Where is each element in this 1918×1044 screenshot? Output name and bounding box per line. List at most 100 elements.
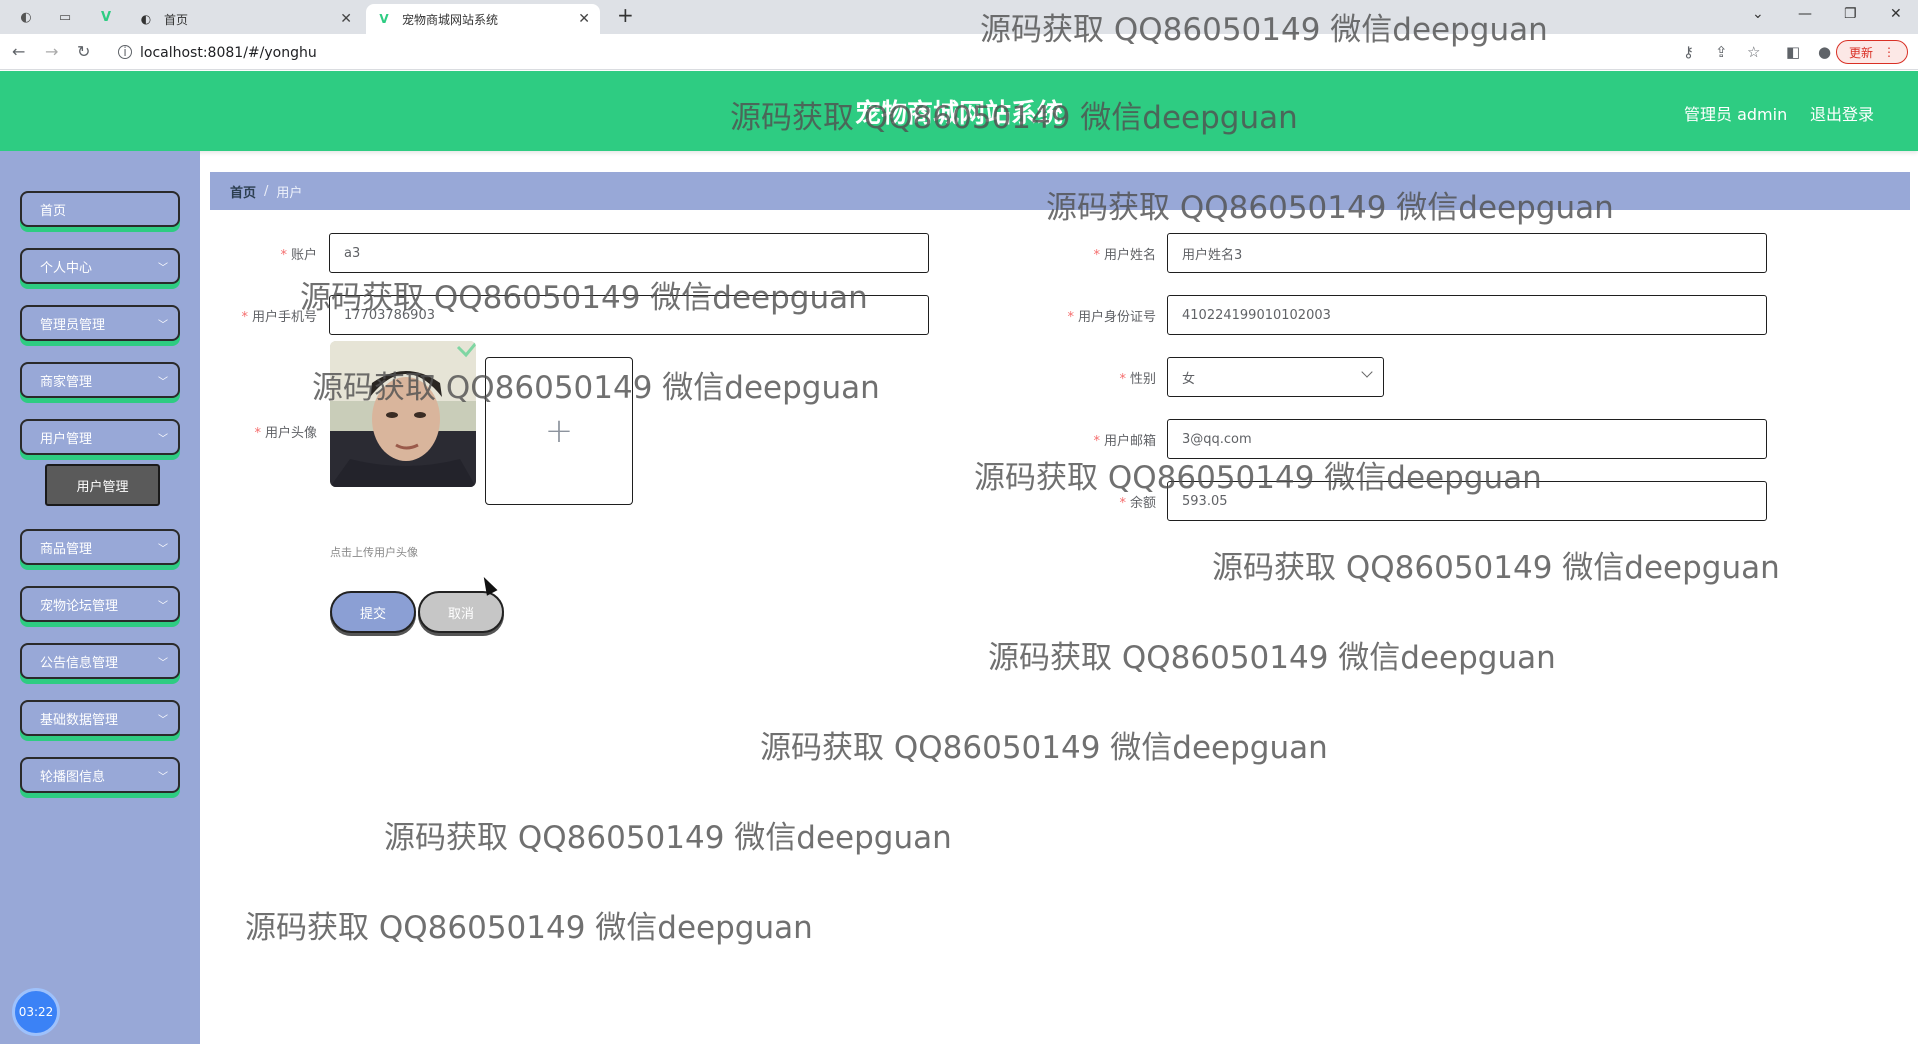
submenu-item-user-management[interactable]: 用户管理: [45, 464, 160, 506]
email-input[interactable]: 3@qq.com: [1167, 419, 1767, 459]
avatar-upload-button[interactable]: +: [485, 357, 633, 505]
watermark: 源码获取 QQ86050149 微信deepguan: [384, 820, 952, 856]
balance-label-text: 余额: [1129, 496, 1156, 511]
breadcrumb-separator: /: [264, 183, 269, 199]
star-icon[interactable]: ☆: [1747, 43, 1760, 61]
key-icon[interactable]: ⚷: [1683, 43, 1694, 61]
balance-label: * 余额: [1020, 492, 1156, 511]
breadcrumb-home[interactable]: 首页: [230, 182, 256, 201]
submenu-item-label: 用户管理: [76, 479, 129, 495]
chevron-down-icon: ﹀: [158, 262, 168, 274]
sidebar-item-label: 商品管理: [40, 541, 93, 557]
sidebar-item-label: 公告信息管理: [40, 655, 119, 671]
update-button[interactable]: 更新 ⋮: [1835, 40, 1908, 64]
sidebar-item-label: 商家管理: [40, 374, 93, 390]
name-label: * 用户姓名: [1020, 244, 1156, 263]
forward-icon[interactable]: →: [45, 42, 58, 61]
sidebar-item-base-data-management[interactable]: 基础数据管理 ﹀: [20, 700, 180, 736]
reload-icon[interactable]: ↻: [77, 42, 90, 61]
app-title: 宠物商城网站系统: [854, 99, 1063, 129]
sidebar-item-carousel-info[interactable]: 轮播图信息 ﹀: [20, 757, 180, 793]
sidebar-item-label: 个人中心: [40, 260, 93, 276]
sidebar-item-label: 基础数据管理: [40, 712, 119, 728]
pinned-tab-icon[interactable]: ◐: [17, 8, 35, 26]
url-field[interactable]: i localhost:8081/#/yonghu: [110, 40, 1670, 66]
close-icon[interactable]: ✕: [340, 11, 352, 27]
chevron-down-icon: ﹀: [158, 657, 168, 669]
restore-icon[interactable]: ❐: [1844, 6, 1857, 22]
name-input[interactable]: 用户姓名3: [1167, 233, 1767, 273]
new-tab-icon[interactable]: +: [617, 3, 634, 27]
sidebar-item-personal-center[interactable]: 个人中心 ﹀: [20, 248, 180, 284]
info-icon[interactable]: i: [118, 45, 132, 59]
required-mark: *: [1119, 496, 1126, 511]
sidebar-item-admin-management[interactable]: 管理员管理 ﹀: [20, 305, 180, 341]
browser-tab-bar: ◐ ▭ V ◐ 首页 ✕ V 宠物商城网站系统 ✕ + ⌄ — ❐ ✕: [0, 0, 1918, 34]
tab-search-chevron-icon[interactable]: ⌄: [1752, 6, 1764, 22]
admin-label: 管理员 admin: [1684, 105, 1788, 124]
pinned-tab-logo-icon[interactable]: V: [97, 8, 115, 26]
logout-link[interactable]: 退出登录: [1810, 101, 1874, 125]
sidebar-item-label: 管理员管理: [40, 317, 106, 333]
phone-input[interactable]: 17703786903: [329, 295, 929, 335]
window-close-icon[interactable]: ✕: [1890, 6, 1902, 22]
chevron-down-icon: ﹀: [158, 319, 168, 331]
sidebar-item-notice-management[interactable]: 公告信息管理 ﹀: [20, 643, 180, 679]
email-value: 3@qq.com: [1182, 431, 1252, 447]
avatar-label-text: 用户头像: [264, 426, 317, 441]
balance-input[interactable]: 593.05: [1167, 481, 1767, 521]
sidepanel-icon[interactable]: ◧: [1786, 43, 1800, 61]
gender-label: * 性别: [1020, 368, 1156, 387]
profile-icon[interactable]: ●: [1818, 43, 1831, 61]
name-value: 用户姓名3: [1182, 247, 1243, 263]
watermark: 源码获取 QQ86050149 微信deepguan: [245, 910, 813, 946]
url-text: localhost:8081/#/yonghu: [140, 45, 317, 61]
chevron-down-icon: ﹀: [158, 376, 168, 388]
sidebar-item-home[interactable]: 首页: [20, 191, 180, 227]
gender-select[interactable]: 女: [1167, 357, 1384, 397]
phone-label-text: 用户手机号: [251, 310, 317, 325]
pinned-tab-icon[interactable]: ▭: [56, 8, 74, 26]
plus-icon: +: [544, 411, 574, 451]
id-card-input[interactable]: 410224199010102003: [1167, 295, 1767, 335]
chevron-up-icon: ﹀: [158, 433, 168, 445]
minimize-icon[interactable]: —: [1798, 6, 1812, 22]
email-label-text: 用户邮箱: [1103, 434, 1156, 449]
chevron-down-icon: ﹀: [158, 543, 168, 555]
sidebar-item-user-management[interactable]: 用户管理 ﹀: [20, 419, 180, 455]
clock-widget[interactable]: 03:22: [12, 988, 60, 1036]
update-label: 更新: [1848, 45, 1873, 60]
share-icon[interactable]: ⇪: [1715, 43, 1728, 61]
sidebar: 首页 个人中心 ﹀ 管理员管理 ﹀ 商家管理 ﹀ 用户管理 ﹀ 用户管理 商品管…: [0, 151, 200, 1044]
watermark: 源码获取 QQ86050149 微信deepguan: [988, 640, 1556, 676]
submit-button[interactable]: 提交: [330, 591, 416, 633]
required-mark: *: [241, 310, 248, 325]
sidebar-item-merchant-management[interactable]: 商家管理 ﹀: [20, 362, 180, 398]
required-mark: *: [1119, 372, 1126, 387]
tab-pet-shop[interactable]: V 宠物商城网站系统 ✕: [366, 4, 600, 34]
tab-home[interactable]: ◐ 首页 ✕: [128, 4, 362, 34]
avatar-photo-icon: [330, 341, 476, 487]
back-icon[interactable]: ←: [12, 42, 25, 61]
globe-icon: ◐: [140, 12, 152, 26]
sidebar-item-product-management[interactable]: 商品管理 ﹀: [20, 529, 180, 565]
avatar-image[interactable]: [330, 341, 476, 487]
app-header: 宠物商城网站系统 管理员 admin 退出登录: [0, 71, 1918, 151]
sidebar-item-pet-forum-management[interactable]: 宠物论坛管理 ﹀: [20, 586, 180, 622]
tab-label: 首页: [164, 12, 189, 27]
phone-value: 17703786903: [344, 307, 435, 323]
id-card-label-text: 用户身份证号: [1077, 310, 1156, 325]
avatar-upload-tip: 点击上传用户头像: [330, 546, 418, 559]
vue-logo-icon: V: [379, 12, 389, 26]
avatar-label: * 用户头像: [200, 422, 317, 441]
watermark: 源码获取 QQ86050149 微信deepguan: [760, 730, 1328, 766]
id-card-value: 410224199010102003: [1182, 307, 1331, 323]
cancel-button[interactable]: 取消: [418, 591, 504, 633]
account-input[interactable]: a3: [329, 233, 929, 273]
close-icon[interactable]: ✕: [578, 11, 590, 27]
sidebar-item-label: 首页: [40, 203, 67, 219]
account-label: * 账户: [200, 244, 317, 263]
gender-label-text: 性别: [1129, 372, 1156, 387]
chevron-down-icon: ﹀: [158, 714, 168, 726]
sidebar-item-label: 用户管理: [40, 431, 93, 447]
